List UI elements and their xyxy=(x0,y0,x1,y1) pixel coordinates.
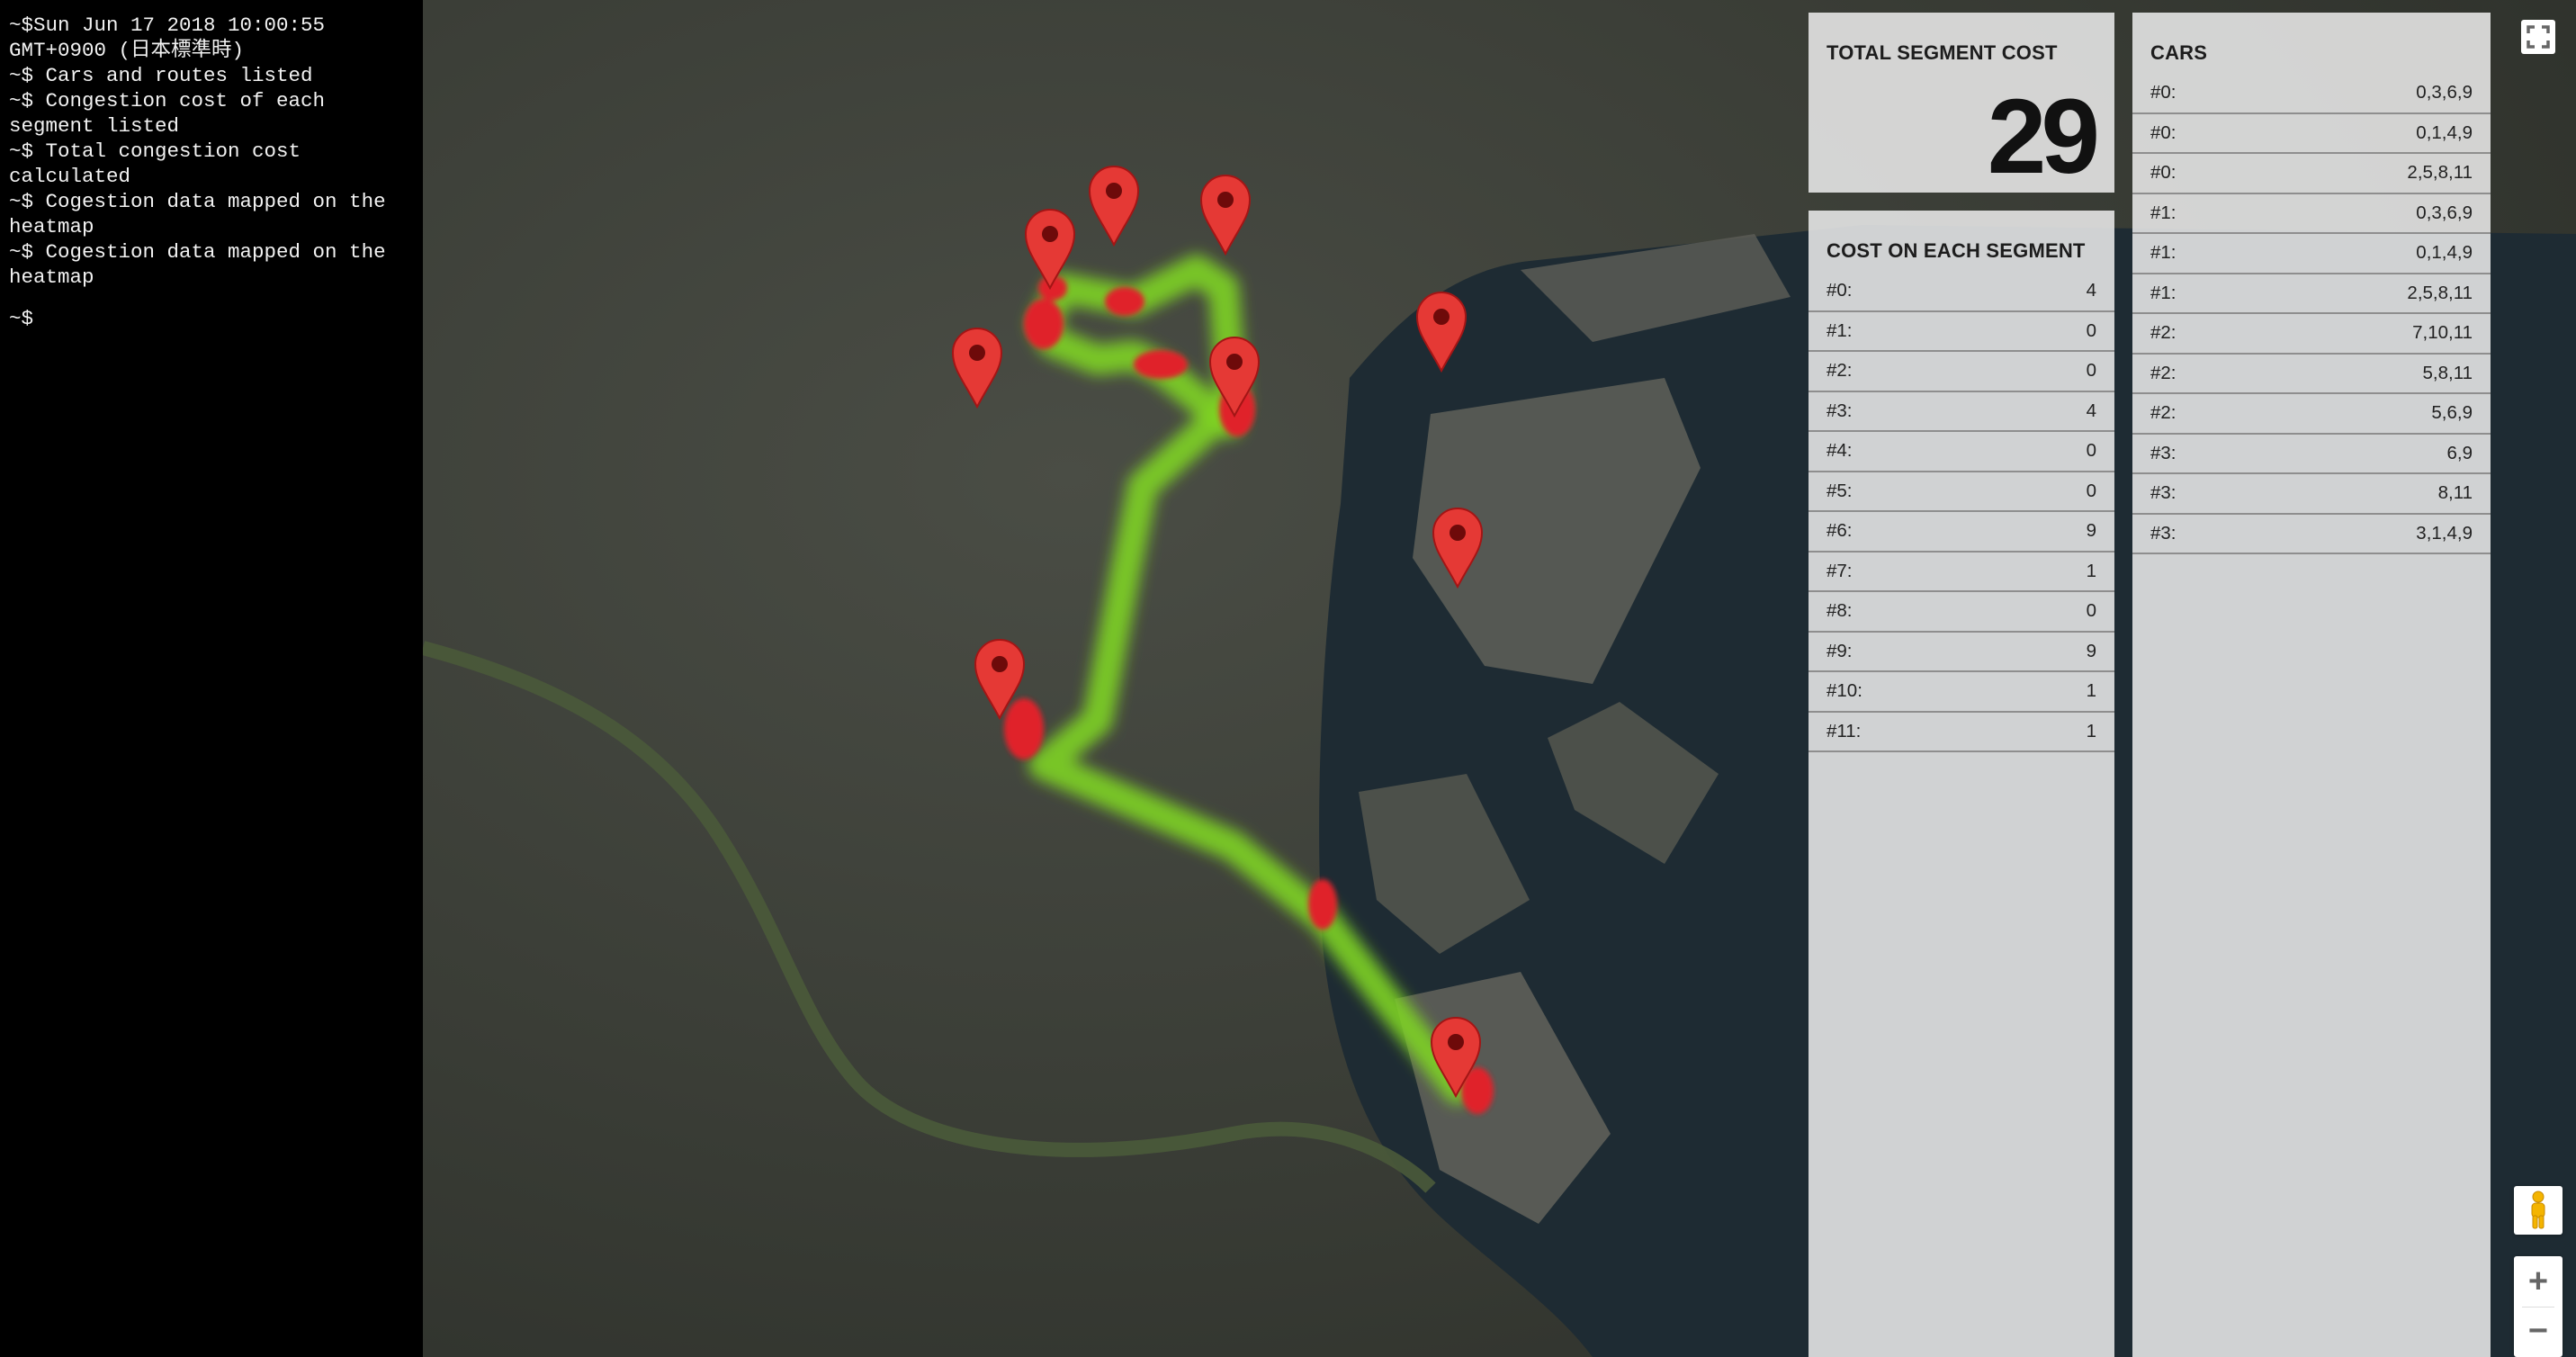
segment-label: #9: xyxy=(1827,640,1853,661)
segment-value: 0 xyxy=(2086,480,2096,501)
street-view-button[interactable] xyxy=(2514,1186,2563,1235)
terminal-log: ~$Sun Jun 17 2018 10:00:55 GMT+0900 (日本標… xyxy=(0,0,423,1357)
list-item: #0: 0,1,4,9 xyxy=(2132,114,2491,154)
segment-label: #7: xyxy=(1827,560,1853,581)
segment-value: 0 xyxy=(2086,600,2096,622)
total-cost-value: 29 xyxy=(1987,77,2100,196)
car-route: 2,5,8,11 xyxy=(2407,162,2473,184)
car-route: 0,3,6,9 xyxy=(2416,82,2473,103)
terminal-line: ~$ Total congestion cost calculated xyxy=(9,139,313,188)
list-item: #4: 0 xyxy=(1809,432,2114,472)
segment-label: #10: xyxy=(1827,680,1862,702)
segment-label: #4: xyxy=(1827,440,1853,462)
segment-cost-panel: COST ON EACH SEGMENT #0: 4 #1: 0 #2: 0 #3: 4… xyxy=(1809,211,2114,1357)
segment-label: #11: xyxy=(1827,720,1862,741)
car-label: #0: xyxy=(2150,162,2177,184)
list-item: #3: 6,9 xyxy=(2132,435,2491,474)
list-item: #0: 4 xyxy=(1809,272,2114,312)
list-item: #7: 1 xyxy=(1809,553,2114,592)
zoom-out-button[interactable]: − xyxy=(2514,1308,2563,1356)
fullscreen-icon xyxy=(2521,20,2555,54)
list-item: #2: 7,10,11 xyxy=(2132,314,2491,355)
car-route: 3,1,4,9 xyxy=(2416,522,2473,544)
segment-label: #8: xyxy=(1827,600,1853,622)
segment-label: #5: xyxy=(1827,480,1853,501)
list-item: #1: 2,5,8,11 xyxy=(2132,274,2491,314)
segment-value: 1 xyxy=(2086,720,2096,741)
car-label: #0: xyxy=(2150,121,2177,143)
segment-label: #3: xyxy=(1827,400,1853,421)
list-item: #3: 4 xyxy=(1809,392,2114,432)
terminal-line: ~$ Cogestion data mapped on the heatmap xyxy=(9,240,399,289)
segment-value: 0 xyxy=(2086,440,2096,462)
zoom-control: + − xyxy=(2514,1256,2563,1357)
list-item: #0: 0,3,6,9 xyxy=(2132,74,2491,114)
list-item: #5: 0 xyxy=(1809,472,2114,512)
car-label: #3: xyxy=(2150,482,2177,504)
list-item: #2: 5,6,9 xyxy=(2132,394,2491,435)
fullscreen-button[interactable] xyxy=(2514,13,2563,61)
car-label: #1: xyxy=(2150,282,2177,303)
segment-value: 0 xyxy=(2086,319,2096,341)
segment-cost-title: COST ON EACH SEGMENT xyxy=(1827,239,2086,262)
list-item: #1: 0,1,4,9 xyxy=(2132,234,2491,274)
terminal-line: ~$ Cars and routes listed xyxy=(9,64,313,87)
car-route: 5,8,11 xyxy=(2422,362,2473,383)
segment-label: #2: xyxy=(1827,360,1853,382)
list-item: #0: 2,5,8,11 xyxy=(2132,154,2491,194)
segment-value: 1 xyxy=(2086,560,2096,581)
car-label: #3: xyxy=(2150,442,2177,463)
segment-value: 0 xyxy=(2086,360,2096,382)
terminal-line: ~$Sun Jun 17 2018 10:00:55 GMT+0900 (日本標… xyxy=(9,13,337,62)
total-cost-panel: TOTAL SEGMENT COST 29 xyxy=(1809,13,2114,196)
car-label: #2: xyxy=(2150,362,2177,383)
list-item: #8: 0 xyxy=(1809,592,2114,633)
car-route: 0,1,4,9 xyxy=(2416,121,2473,143)
segment-label: #0: xyxy=(1827,280,1853,301)
segment-cost-list: #0: 4 #1: 0 #2: 0 #3: 4 #4: 0 #5: 0 #6: 9 #7: 1 … xyxy=(1809,272,2114,752)
car-route: 7,10,11 xyxy=(2412,322,2473,344)
cars-list: #0: 0,3,6,9 #0: 0,1,4,9 #0: 2,5,8,11 #1: 0,3… xyxy=(2132,74,2491,554)
car-route: 8,11 xyxy=(2437,482,2473,504)
car-route: 6,9 xyxy=(2446,442,2473,463)
list-item: #2: 0 xyxy=(1809,352,2114,392)
car-route: 0,3,6,9 xyxy=(2416,202,2473,223)
car-route: 5,6,9 xyxy=(2431,402,2473,424)
terminal-line: ~$ Congestion cost of each segment liste… xyxy=(9,89,337,138)
total-cost-title: TOTAL SEGMENT COST xyxy=(1827,41,2058,64)
list-item: #11: 1 xyxy=(1809,713,2114,752)
zoom-in-button[interactable]: + xyxy=(2514,1258,2563,1307)
car-label: #1: xyxy=(2150,202,2177,223)
segment-value: 4 xyxy=(2086,400,2096,421)
car-label: #3: xyxy=(2150,522,2177,544)
segment-label: #6: xyxy=(1827,520,1853,542)
terminal-prompt[interactable]: ~$ xyxy=(9,306,414,331)
segment-value: 9 xyxy=(2086,640,2096,661)
list-item: #1: 0 xyxy=(1809,312,2114,352)
pegman-icon xyxy=(2531,1191,2545,1229)
list-item: #10: 1 xyxy=(1809,672,2114,713)
car-label: #0: xyxy=(2150,82,2177,103)
list-item: #6: 9 xyxy=(1809,512,2114,553)
list-item: #2: 5,8,11 xyxy=(2132,355,2491,394)
list-item: #3: 3,1,4,9 xyxy=(2132,515,2491,554)
terminal-line: ~$ Cogestion data mapped on the heatmap xyxy=(9,190,399,238)
cars-panel: CARS #0: 0,3,6,9 #0: 0,1,4,9 #0: 2,5,8,11 #… xyxy=(2132,13,2491,1357)
car-route: 0,1,4,9 xyxy=(2416,242,2473,264)
car-label: #2: xyxy=(2150,322,2177,344)
segment-value: 1 xyxy=(2086,680,2096,702)
car-route: 2,5,8,11 xyxy=(2407,282,2473,303)
segment-value: 4 xyxy=(2086,280,2096,301)
car-label: #2: xyxy=(2150,402,2177,424)
list-item: #1: 0,3,6,9 xyxy=(2132,194,2491,234)
cars-title: CARS xyxy=(2150,41,2208,64)
list-item: #9: 9 xyxy=(1809,633,2114,672)
segment-value: 9 xyxy=(2086,520,2096,542)
segment-label: #1: xyxy=(1827,319,1853,341)
list-item: #3: 8,11 xyxy=(2132,474,2491,515)
car-label: #1: xyxy=(2150,242,2177,264)
